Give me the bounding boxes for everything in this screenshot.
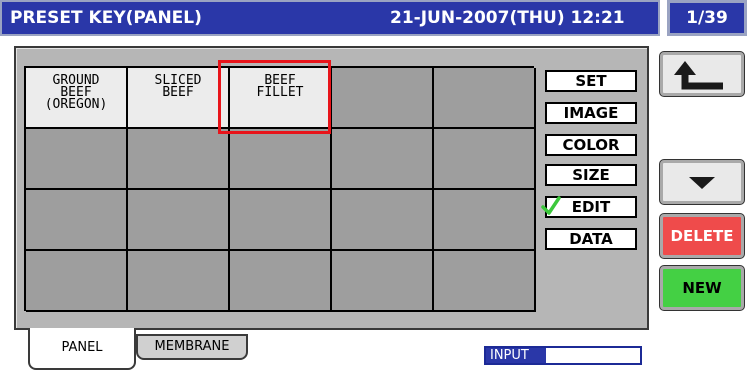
back-button[interactable] [660, 52, 744, 96]
preset-key-empty[interactable] [434, 251, 536, 312]
date-time: 21-JUN-2007(THU) 12:21 [390, 8, 625, 28]
preset-key[interactable]: GROUND BEEF (OREGON) [26, 68, 128, 129]
preset-key-empty[interactable] [434, 68, 536, 129]
preset-key-empty[interactable] [332, 190, 434, 251]
preset-key[interactable]: SLICED BEEF [128, 68, 230, 129]
input-indicator: INPUT [484, 346, 642, 365]
down-triangle-icon [689, 177, 715, 189]
input-label: INPUT [486, 348, 546, 363]
preset-key-empty[interactable] [128, 251, 230, 312]
preset-key-empty[interactable] [332, 251, 434, 312]
tab-panel[interactable]: PANEL [28, 328, 136, 370]
page-title: PRESET KEY(PANEL) [10, 8, 202, 28]
preset-key-selected[interactable]: BEEF FILLET [230, 68, 332, 129]
preset-key-empty[interactable] [332, 129, 434, 190]
size-button[interactable]: SIZE [545, 164, 637, 186]
image-button[interactable]: IMAGE [545, 102, 637, 124]
preset-key-empty[interactable] [128, 190, 230, 251]
scroll-down-button[interactable] [660, 160, 744, 204]
preset-key-grid: GROUND BEEF (OREGON) SLICED BEEF BEEF FI… [24, 66, 536, 312]
return-arrow-icon [674, 61, 723, 90]
new-button[interactable]: NEW [660, 266, 744, 310]
data-button[interactable]: DATA [545, 228, 637, 250]
preset-key-line: (OREGON) [44, 97, 108, 112]
delete-button[interactable]: DELETE [660, 214, 744, 258]
preset-key-empty[interactable] [26, 190, 128, 251]
preset-key-empty[interactable] [230, 129, 332, 190]
preset-key-empty[interactable] [230, 251, 332, 312]
preset-panel: GROUND BEEF (OREGON) SLICED BEEF BEEF FI… [14, 46, 649, 330]
page-indicator: 1/39 [667, 0, 747, 36]
color-button[interactable]: COLOR [545, 134, 637, 156]
preset-key-empty[interactable] [332, 68, 434, 129]
preset-key-empty[interactable] [434, 129, 536, 190]
preset-key-line: FILLET [256, 85, 304, 100]
preset-key-empty[interactable] [128, 129, 230, 190]
title-bar: PRESET KEY(PANEL) 21-JUN-2007(THU) 12:21 [0, 0, 660, 36]
preset-key-line: BEEF [162, 85, 194, 100]
preset-key-empty[interactable] [26, 251, 128, 312]
preset-key-empty[interactable] [26, 129, 128, 190]
preset-key-empty[interactable] [434, 190, 536, 251]
preset-key-empty[interactable] [230, 190, 332, 251]
tab-membrane[interactable]: MEMBRANE [136, 334, 248, 360]
check-icon [541, 196, 561, 215]
set-button[interactable]: SET [545, 70, 637, 92]
